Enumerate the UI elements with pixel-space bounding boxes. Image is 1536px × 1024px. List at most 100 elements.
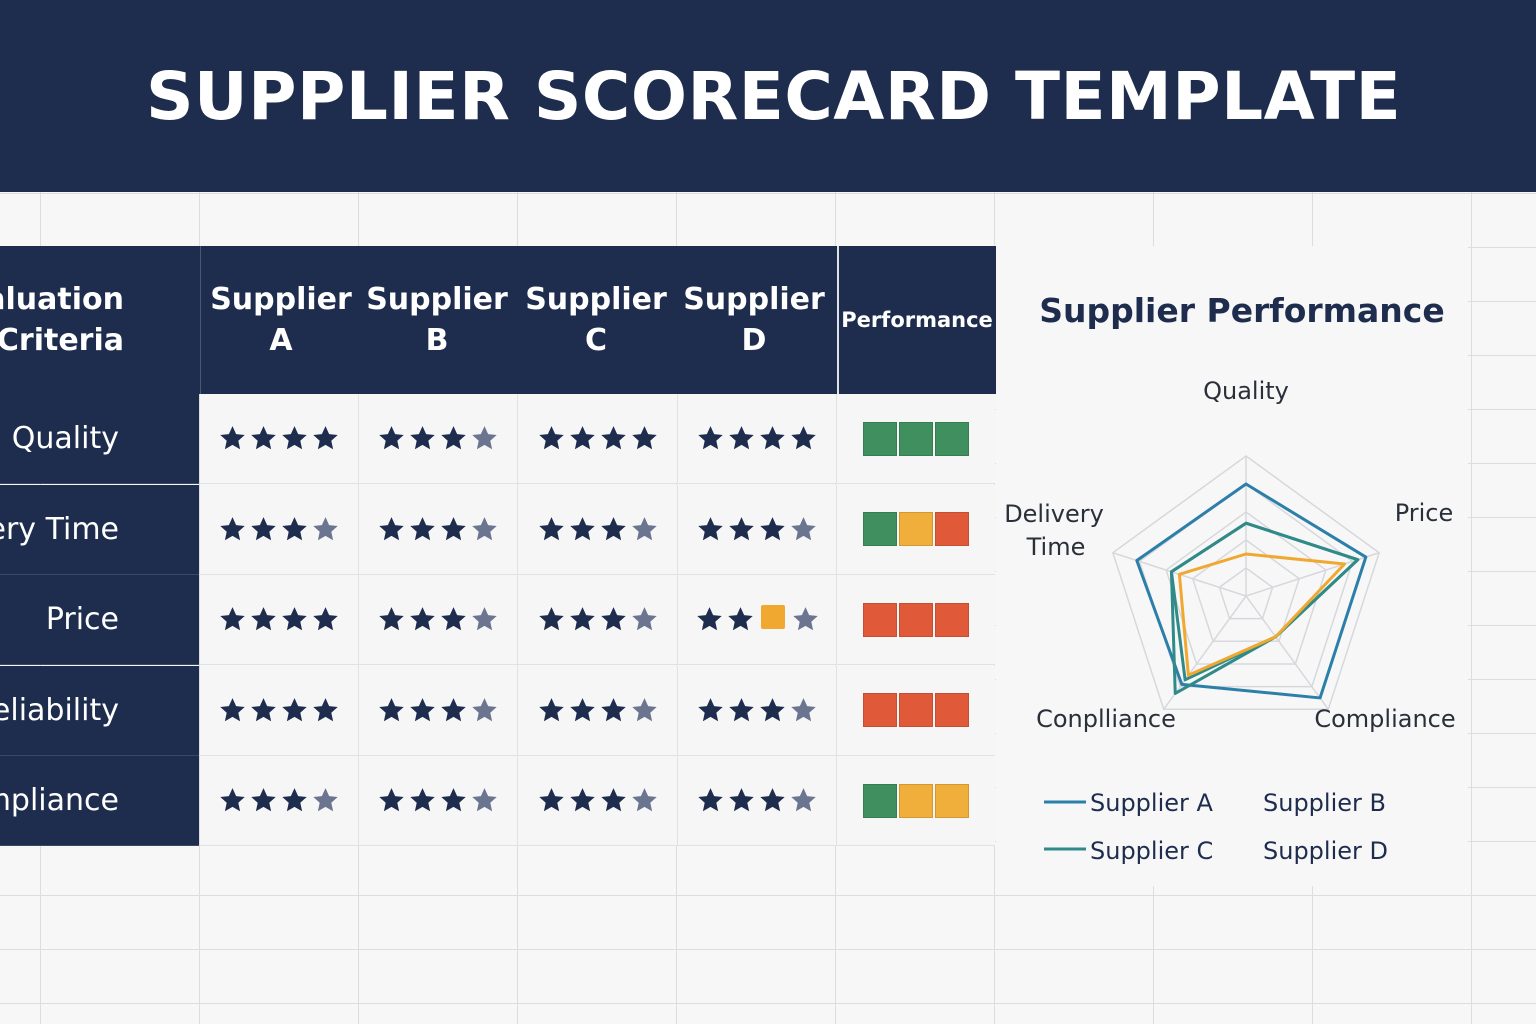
star-icon: [282, 607, 307, 631]
page-title: SUPPLIER SCORECARD TEMPLATE: [146, 58, 1402, 135]
star-rating: [537, 515, 659, 544]
star-icon: [282, 697, 307, 721]
supplier-b-header-line2: B: [425, 323, 449, 358]
star-icon: [729, 426, 754, 450]
star-icon: [282, 788, 307, 812]
star-icon: [410, 516, 435, 540]
axis-label-delivery-line2: Time: [1026, 533, 1086, 561]
star-icon: [569, 697, 595, 721]
star-icon: [538, 426, 564, 450]
star-icon: [631, 788, 657, 812]
performance-block-amber: [899, 783, 933, 818]
rating-cell: [518, 394, 678, 484]
axis-label-quality: Quality: [1203, 377, 1289, 405]
star-icon: [791, 788, 816, 812]
rating-cell: [200, 665, 359, 756]
table-row: eliability: [0, 665, 996, 756]
star-icon: [792, 607, 818, 631]
star-icon: [760, 697, 785, 721]
star-icon: [441, 516, 466, 540]
star-icon: [791, 697, 816, 721]
performance-block-green: [935, 421, 969, 456]
star-rating: [377, 786, 499, 815]
star-icon: [569, 426, 595, 450]
star-rating: [377, 515, 499, 544]
star-icon: [313, 607, 338, 631]
criteria-label: Quality: [11, 421, 119, 456]
criteria-label-cell: eliability: [0, 665, 199, 756]
star-icon: [410, 607, 435, 631]
star-icon: [410, 426, 435, 450]
star-icon: [472, 788, 497, 812]
star-icon: [441, 607, 466, 631]
star-icon: [696, 607, 722, 631]
star-icon: [698, 516, 723, 540]
radar-chart-svg: Supplier Performance Quality Price Compl…: [1004, 291, 1455, 865]
star-icon: [220, 607, 245, 631]
star-icon: [251, 607, 276, 631]
chart-legend: Supplier A Supplier B Supplier C Supplie…: [1044, 789, 1388, 865]
star-icon: [727, 607, 753, 631]
legend-label-supplier-d: Supplier D: [1263, 837, 1388, 865]
rating-cell: [518, 575, 678, 665]
criteria-label: Price: [45, 602, 119, 637]
star-rating: [696, 515, 818, 544]
rating-cell: [518, 484, 678, 575]
rating-cell: [518, 756, 678, 846]
supplier-b-header-line1: Supplier: [366, 282, 508, 317]
criteria-label: ivery Time: [0, 511, 119, 547]
star-icon: [760, 516, 785, 540]
star-rating: [218, 696, 340, 725]
table-row: Price: [0, 575, 996, 665]
supplier-a-header-line1: Supplier: [210, 282, 352, 317]
star-icon: [313, 788, 338, 812]
star-icon: [729, 788, 754, 812]
legend-label-supplier-b: Supplier B: [1263, 789, 1386, 817]
performance-header: Performance: [837, 246, 995, 394]
star-icon: [220, 426, 245, 450]
rating-cell: [678, 484, 837, 575]
performance-block-green: [863, 783, 897, 818]
table-row: Quality: [0, 394, 996, 484]
star-rating: [537, 786, 659, 815]
criteria-label: mpliance: [0, 783, 119, 818]
page-header: SUPPLIER SCORECARD TEMPLATE: [0, 0, 1536, 192]
star-icon: [251, 516, 276, 540]
star-icon: [220, 788, 245, 812]
criteria-label-cell: ivery Time: [0, 484, 199, 575]
star-icon: [313, 516, 338, 540]
performance-block-red: [935, 693, 969, 727]
performance-block-red: [863, 693, 897, 727]
performance-block-red: [899, 693, 933, 727]
star-icon: [313, 426, 338, 450]
star-icon: [472, 516, 497, 540]
supplier-c-header-line1: Supplier: [525, 282, 667, 317]
star-icon: [282, 516, 307, 540]
star-icon: [698, 697, 723, 721]
star-icon: [729, 697, 754, 721]
star-icon: [472, 426, 497, 450]
rating-cell: [359, 665, 518, 756]
star-icon: [791, 516, 816, 540]
star-icon: [631, 697, 657, 721]
star-icon: [600, 426, 626, 450]
supplier-performance-chart: Supplier Performance Quality Price Compl…: [996, 246, 1468, 886]
performance-block-amber: [899, 512, 933, 546]
star-icon: [631, 607, 657, 631]
star-rating: [696, 696, 818, 725]
star-icon: [379, 697, 404, 721]
star-icon: [472, 697, 497, 721]
rating-cell: [200, 484, 359, 575]
scorecard-table: valuation Criteria Supplier A Supplier B S…: [0, 246, 996, 848]
star-icon: [379, 607, 404, 631]
star-rating: [377, 605, 499, 634]
supplier-d-header-line2: D: [741, 323, 767, 358]
star-rating: [377, 696, 499, 725]
star-rating: [218, 424, 340, 453]
star-icon: [251, 788, 276, 812]
star-icon: [791, 426, 816, 450]
performance-block-red: [935, 512, 969, 546]
criteria-label-cell: Price: [0, 575, 199, 665]
rating-box-icon: [760, 605, 785, 629]
star-icon: [538, 516, 564, 540]
